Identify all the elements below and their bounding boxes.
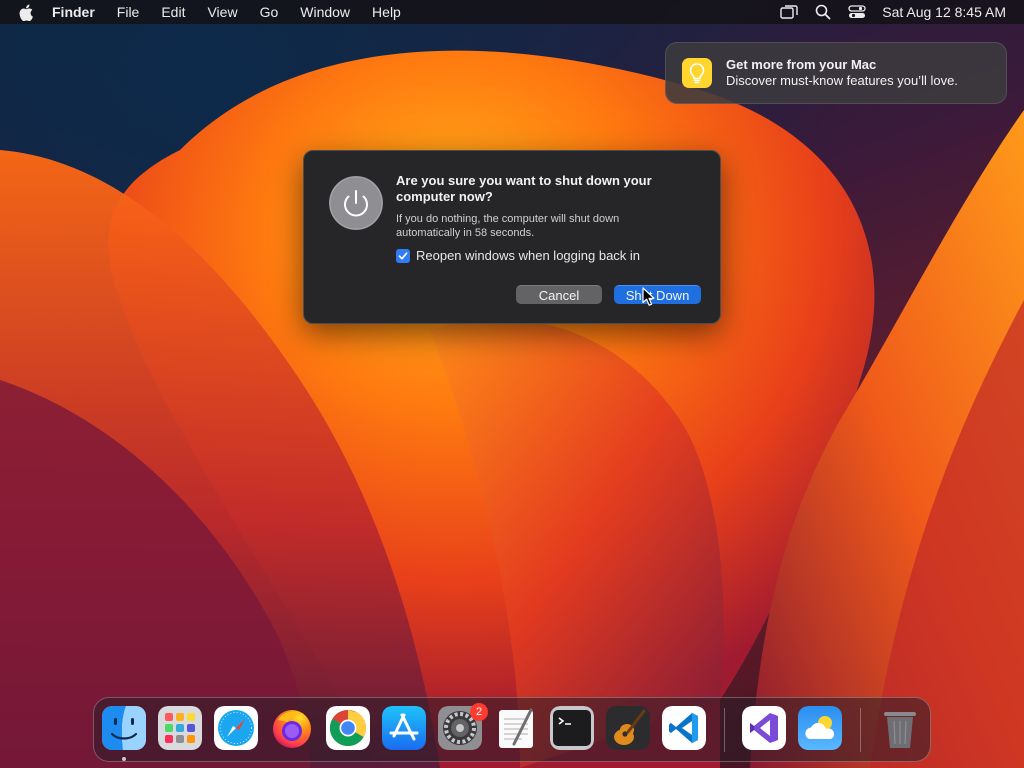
dock-app-store-icon[interactable] [382,706,426,750]
dock-weather-icon[interactable] [798,706,842,750]
dock-separator [860,708,861,752]
cancel-button[interactable]: Cancel [516,285,602,304]
dock-separator [724,708,725,752]
reopen-windows-checkbox[interactable] [396,248,410,263]
spotlight-search-icon[interactable] [814,3,832,21]
system-settings-badge: 2 [470,703,488,721]
dock-safari-icon[interactable] [214,706,258,750]
menu-view[interactable]: View [207,4,237,20]
dock-firefox-icon[interactable] [270,706,314,750]
power-icon [329,176,383,230]
menu-bar-clock[interactable]: Sat Aug 12 8:45 AM [882,4,1006,20]
mouse-cursor-icon [642,287,656,307]
reopen-windows-label[interactable]: Reopen windows when logging back in [416,248,640,263]
dock-trash-icon[interactable] [878,706,922,750]
menu-edit[interactable]: Edit [161,4,185,20]
dock-finder-icon[interactable] [102,706,146,750]
desktop-wallpaper [0,0,1024,768]
tips-notification[interactable]: Get more from your Mac Discover must-kno… [665,42,1007,104]
dock-garageband-icon[interactable] [606,706,650,750]
shut-down-button[interactable]: Shut Down [614,285,701,304]
apple-menu-icon[interactable] [18,3,34,21]
menu-go[interactable]: Go [260,4,279,20]
reopen-windows-checkbox-row[interactable]: Reopen windows when logging back in [396,248,640,263]
dock-chrome-icon[interactable] [326,706,370,750]
menu-window[interactable]: Window [300,4,350,20]
dock-vscode-icon[interactable] [662,706,706,750]
dock: 2 [93,697,931,762]
dock-launchpad-icon[interactable] [158,706,202,750]
notification-title: Get more from your Mac [726,57,877,72]
finder-running-indicator [122,757,126,761]
dock-textedit-icon[interactable] [494,706,538,750]
screen-mirroring-icon[interactable] [780,3,798,21]
dialog-title: Are you sure you want to shut down your … [396,173,652,204]
shutdown-dialog: Are you sure you want to shut down your … [303,150,721,324]
control-center-icon[interactable] [848,3,866,21]
menu-app-name[interactable]: Finder [52,4,95,20]
dock-visual-studio-icon[interactable] [742,706,786,750]
menu-file[interactable]: File [117,4,140,20]
dock-terminal-icon[interactable] [550,706,594,750]
menu-help[interactable]: Help [372,4,401,20]
menu-bar: Finder File Edit View Go Window Help Sat… [0,0,1024,24]
checkmark-icon [398,251,408,260]
notification-body: Discover must-know features you’ll love. [726,73,958,88]
lightbulb-icon [682,58,712,88]
dialog-message: If you do nothing, the computer will shu… [396,213,620,239]
